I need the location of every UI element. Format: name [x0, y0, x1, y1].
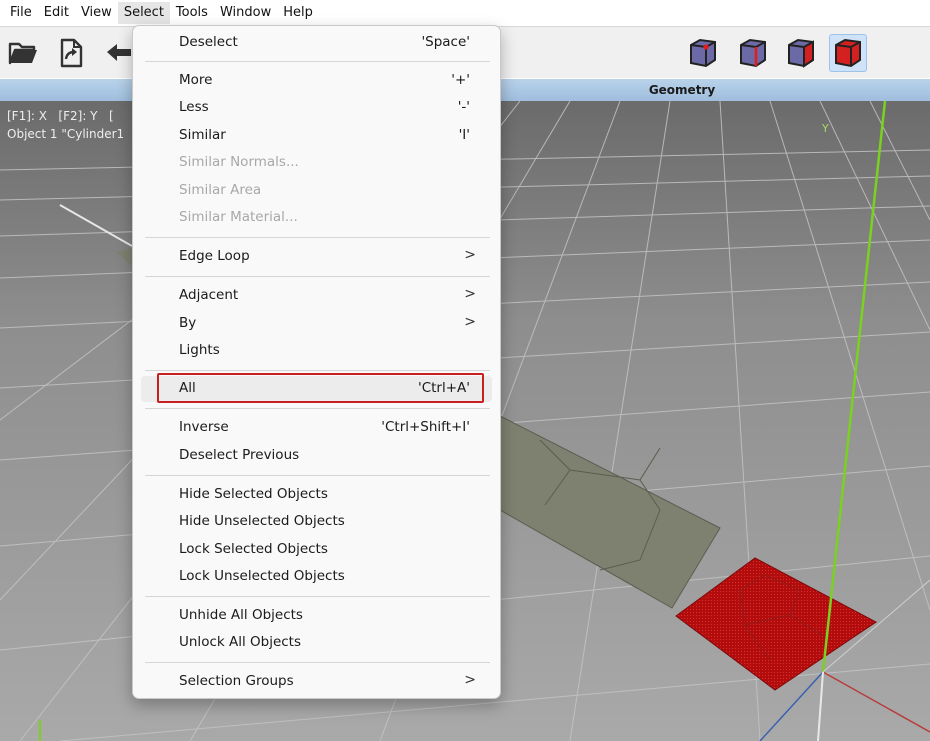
menu-item-label: Selection Groups [179, 673, 294, 689]
menu-item-label: Lock Selected Objects [179, 541, 328, 557]
menu-item-label: Lights [179, 342, 220, 358]
menu-item-label: Hide Selected Objects [179, 486, 328, 502]
menu-separator [145, 61, 490, 62]
viewport-info: [F1]: X [F2]: Y [ Object 1 "Cylinder1 [7, 107, 124, 143]
select-menu-dropdown: Deselect 'Space' More '+' Less '-' Simil… [132, 25, 501, 699]
menu-item-shortcut: '+' [451, 72, 470, 88]
import-file-icon[interactable] [52, 34, 90, 72]
menu-separator [145, 475, 490, 476]
menu-item-lock-selected-objects[interactable]: Lock Selected Objects [141, 537, 492, 563]
menu-separator [145, 596, 490, 597]
edge-select-mode-icon[interactable] [734, 34, 772, 72]
chevron-right-icon: > [464, 247, 476, 263]
menu-item-label: More [179, 72, 213, 88]
menu-item-selection-groups[interactable]: Selection Groups > [141, 669, 492, 695]
menu-item-less[interactable]: Less '-' [141, 95, 492, 121]
menu-edit[interactable]: Edit [38, 2, 75, 24]
menu-separator [145, 276, 490, 277]
menu-item-label: All [179, 380, 196, 396]
menu-select[interactable]: Select [117, 2, 170, 24]
menu-window[interactable]: Window [214, 2, 277, 24]
viewport-hotkey-line: [F1]: X [F2]: Y [ [7, 109, 114, 123]
menu-item-shortcut: '-' [457, 99, 470, 115]
menu-item-shortcut: 'Ctrl+Shift+I' [381, 419, 470, 435]
chevron-right-icon: > [464, 672, 476, 688]
menu-item-hide-unselected-objects[interactable]: Hide Unselected Objects [141, 509, 492, 535]
menu-item-adjacent[interactable]: Adjacent > [141, 283, 492, 309]
menu-item-label: Adjacent [179, 287, 239, 303]
menu-item-label: Similar Normals... [179, 154, 299, 170]
menu-item-similar[interactable]: Similar 'I' [141, 123, 492, 149]
viewport-object-line: Object 1 "Cylinder1 [7, 127, 125, 141]
menu-separator [145, 237, 490, 238]
menu-item-label: Similar Material... [179, 209, 298, 225]
menu-item-label: Unlock All Objects [179, 634, 302, 650]
menu-item-label: Deselect Previous [179, 447, 300, 463]
menu-item-all[interactable]: All 'Ctrl+A' [141, 376, 492, 402]
menu-item-more[interactable]: More '+' [141, 68, 492, 94]
menu-item-lights[interactable]: Lights [141, 338, 492, 364]
menu-item-edge-loop[interactable]: Edge Loop > [141, 244, 492, 270]
menu-separator [145, 408, 490, 409]
menu-item-hide-selected-objects[interactable]: Hide Selected Objects [141, 482, 492, 508]
menu-item-label: Similar Area [179, 182, 262, 198]
menu-item-label: Unhide All Objects [179, 607, 303, 623]
menu-item-similar-material: Similar Material... [141, 205, 492, 231]
menu-item-label: Lock Unselected Objects [179, 568, 345, 584]
menu-item-label: Less [179, 99, 209, 115]
open-folder-icon[interactable] [4, 34, 42, 72]
body-select-mode-icon[interactable] [829, 34, 867, 72]
menu-item-deselect[interactable]: Deselect 'Space' [141, 30, 492, 56]
menu-item-similar-area: Similar Area [141, 178, 492, 204]
menubar: File Edit View Select Tools Window Help [0, 0, 930, 26]
menu-help[interactable]: Help [277, 2, 319, 24]
menu-item-shortcut: 'Ctrl+A' [418, 380, 470, 396]
menu-item-label: Deselect [179, 34, 238, 50]
menu-item-label: Edge Loop [179, 248, 250, 264]
chevron-right-icon: > [464, 286, 476, 302]
menu-separator [145, 370, 490, 371]
menu-item-lock-unselected-objects[interactable]: Lock Unselected Objects [141, 564, 492, 590]
menu-separator [145, 662, 490, 663]
menu-view[interactable]: View [75, 2, 118, 24]
menu-item-shortcut: 'I' [458, 127, 470, 143]
menu-item-label: Similar [179, 127, 226, 143]
menu-item-unlock-all-objects[interactable]: Unlock All Objects [141, 630, 492, 656]
menu-tools[interactable]: Tools [170, 2, 214, 24]
menu-item-unhide-all-objects[interactable]: Unhide All Objects [141, 603, 492, 629]
menu-item-label: By [179, 315, 197, 331]
axis-label-y: Y [821, 122, 829, 135]
menu-item-label: Inverse [179, 419, 229, 435]
menu-item-shortcut: 'Space' [421, 34, 470, 50]
menu-item-by[interactable]: By > [141, 311, 492, 337]
menu-file[interactable]: File [4, 2, 38, 24]
vertex-select-mode-icon[interactable] [684, 34, 722, 72]
menu-item-similar-normals: Similar Normals... [141, 150, 492, 176]
menu-item-inverse[interactable]: Inverse 'Ctrl+Shift+I' [141, 415, 492, 441]
face-select-mode-icon[interactable] [782, 34, 820, 72]
menu-item-label: Hide Unselected Objects [179, 513, 345, 529]
chevron-right-icon: > [464, 314, 476, 330]
menu-item-deselect-previous[interactable]: Deselect Previous [141, 443, 492, 469]
